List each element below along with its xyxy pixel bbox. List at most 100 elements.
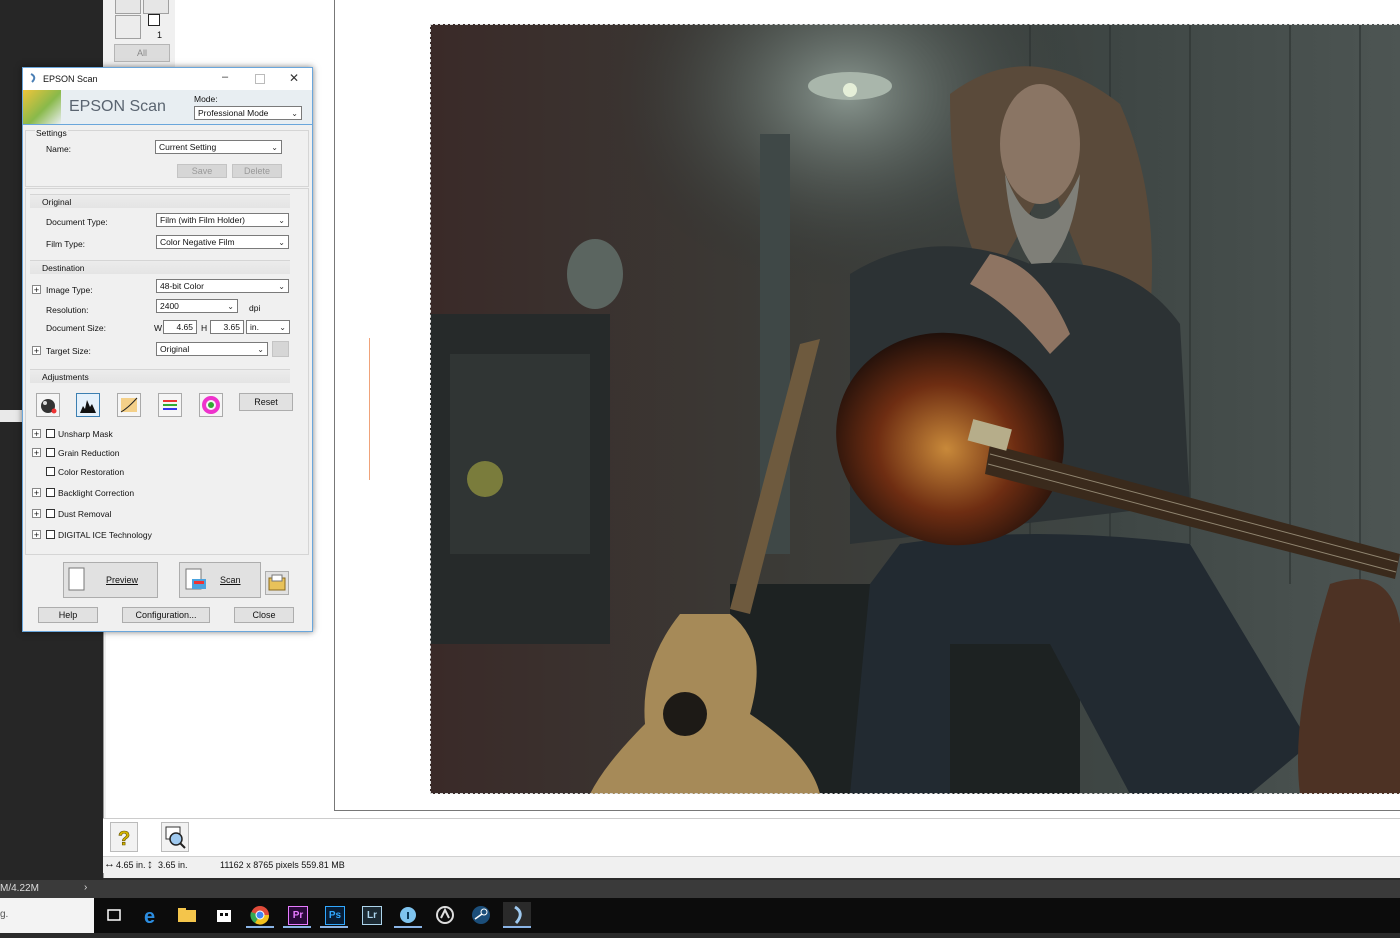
zoom-preview-icon[interactable] [161, 822, 189, 852]
close-icon[interactable]: ✕ [289, 71, 299, 85]
size-unit-value: in. [250, 322, 259, 332]
file-explorer-icon[interactable] [173, 902, 201, 928]
document-type-select[interactable]: Film (with Film Holder) ⌄ [156, 213, 289, 227]
color-palette-icon[interactable] [199, 393, 223, 417]
lightroom-icon[interactable]: Lr [357, 902, 385, 928]
grain-reduction-label: Grain Reduction [58, 448, 120, 458]
auto-locate-button[interactable] [115, 15, 141, 39]
target-size-lock-button[interactable] [272, 341, 289, 357]
close-button[interactable]: Close [234, 607, 294, 623]
tone-correction-icon[interactable] [117, 393, 141, 417]
film-type-label: Film Type: [46, 239, 86, 249]
preview-button[interactable]: Preview [63, 562, 158, 598]
unsharp-mask-checkbox[interactable] [46, 429, 55, 438]
auto-exposure-icon[interactable] [36, 393, 60, 417]
settings-heading: Settings [35, 128, 68, 138]
task-view-icon[interactable] [100, 902, 128, 928]
overwatch-icon[interactable] [431, 902, 459, 928]
help-icon[interactable]: ? [110, 822, 138, 852]
folder-icon[interactable] [265, 571, 289, 595]
dialog-banner: EPSON Scan Mode: Professional Mode ⌄ [23, 90, 312, 125]
reset-button[interactable]: Reset [239, 393, 293, 411]
maximize-icon[interactable] [255, 74, 265, 84]
expand-grain-reduction-icon[interactable]: + [32, 448, 41, 458]
chrome-icon[interactable] [246, 902, 274, 928]
scan-button[interactable]: Scan [179, 562, 261, 598]
info-app-icon[interactable] [394, 902, 422, 928]
epson-scan-taskbar-icon[interactable] [503, 902, 531, 928]
grain-reduction-checkbox[interactable] [46, 448, 55, 457]
minimize-icon[interactable]: – [222, 71, 228, 83]
frame-checkbox[interactable] [148, 14, 160, 26]
background-tab[interactable] [0, 410, 22, 422]
all-frames-button[interactable]: All [114, 44, 170, 62]
resolution-label: Resolution: [46, 305, 89, 315]
taskbar-search-box[interactable]: g. [0, 898, 94, 933]
width-label: W [154, 323, 163, 333]
document-type-value: Film (with Film Holder) [160, 215, 245, 225]
digital-ice-checkbox[interactable] [46, 530, 55, 539]
resolution-unit: dpi [249, 303, 261, 313]
store-icon[interactable] [210, 902, 238, 928]
delete-button[interactable]: Delete [232, 164, 282, 178]
status-height: 3.65 in. [158, 860, 188, 870]
mode-value: Professional Mode [198, 108, 269, 118]
memory-readout: M/4.22M [0, 883, 39, 894]
chevron-right-icon[interactable]: › [84, 882, 87, 893]
banner-flower-image [23, 90, 61, 124]
image-adjustment-icon[interactable] [158, 393, 182, 417]
name-select[interactable]: Current Setting ⌄ [155, 140, 282, 154]
resolution-value: 2400 [160, 301, 179, 311]
expand-dust-removal-icon[interactable]: + [32, 509, 41, 519]
document-size-label: Document Size: [46, 323, 106, 333]
marquee-tool-button[interactable] [143, 0, 169, 14]
dust-removal-checkbox[interactable] [46, 509, 55, 518]
configuration-button[interactable]: Configuration... [122, 607, 210, 623]
edge-icon[interactable]: e [137, 902, 165, 928]
preview-status-bar: ↔ 4.65 in. ↕ 3.65 in. 11162 x 8765 pixel… [103, 856, 1400, 873]
banner-title: EPSON Scan [69, 98, 166, 115]
steam-icon[interactable] [467, 902, 495, 928]
mode-select[interactable]: Professional Mode ⌄ [194, 106, 302, 120]
name-value: Current Setting [159, 142, 217, 152]
width-input[interactable]: 4.65 [163, 320, 197, 334]
height-label: H [201, 323, 208, 333]
thumbnail-tool-button[interactable] [115, 0, 141, 14]
premiere-icon[interactable]: Pr [283, 902, 311, 928]
settings-group [25, 130, 309, 187]
target-size-select[interactable]: Original ⌄ [156, 342, 268, 356]
status-width: 4.65 in. [116, 860, 146, 870]
photoshop-icon[interactable]: Ps [320, 902, 348, 928]
size-unit-select[interactable]: in. ⌄ [246, 320, 290, 334]
expand-image-type-icon[interactable]: + [32, 285, 41, 295]
image-type-label: Image Type: [46, 285, 93, 295]
expand-digital-ice-icon[interactable]: + [32, 530, 41, 540]
mode-label: Mode: [194, 94, 218, 104]
resolution-select[interactable]: 2400 ⌄ [156, 299, 238, 313]
adjustments-heading: Adjustments [30, 369, 290, 383]
save-button[interactable]: Save [177, 164, 227, 178]
backlight-correction-checkbox[interactable] [46, 488, 55, 497]
help-button[interactable]: Help [38, 607, 98, 623]
scan-area-marquee[interactable] [430, 24, 1400, 794]
film-type-select[interactable]: Color Negative Film ⌄ [156, 235, 289, 249]
height-arrow-icon: ↕ [147, 857, 153, 871]
image-type-value: 48-bit Color [160, 281, 204, 291]
expand-unsharp-mask-icon[interactable]: + [32, 429, 41, 439]
photoshop-label: Ps [325, 906, 345, 925]
background-status-bar: M/4.22M › [0, 880, 1400, 898]
color-restoration-checkbox[interactable] [46, 467, 55, 476]
chevron-down-icon: ⌄ [271, 143, 278, 152]
unsharp-mask-label: Unsharp Mask [58, 429, 113, 439]
histogram-adjustment-icon[interactable] [76, 393, 100, 417]
image-type-select[interactable]: 48-bit Color ⌄ [156, 279, 289, 293]
dialog-titlebar: EPSON Scan – ✕ [23, 68, 312, 90]
preview-tool-row: ? [103, 818, 1400, 857]
film-type-value: Color Negative Film [160, 237, 235, 247]
digital-ice-label: DIGITAL ICE Technology [58, 530, 152, 540]
chevron-down-icon: ⌄ [291, 109, 298, 118]
expand-target-size-icon[interactable]: + [32, 346, 41, 356]
svg-text:?: ? [118, 828, 130, 850]
height-input[interactable]: 3.65 [210, 320, 244, 334]
expand-backlight-correction-icon[interactable]: + [32, 488, 41, 498]
